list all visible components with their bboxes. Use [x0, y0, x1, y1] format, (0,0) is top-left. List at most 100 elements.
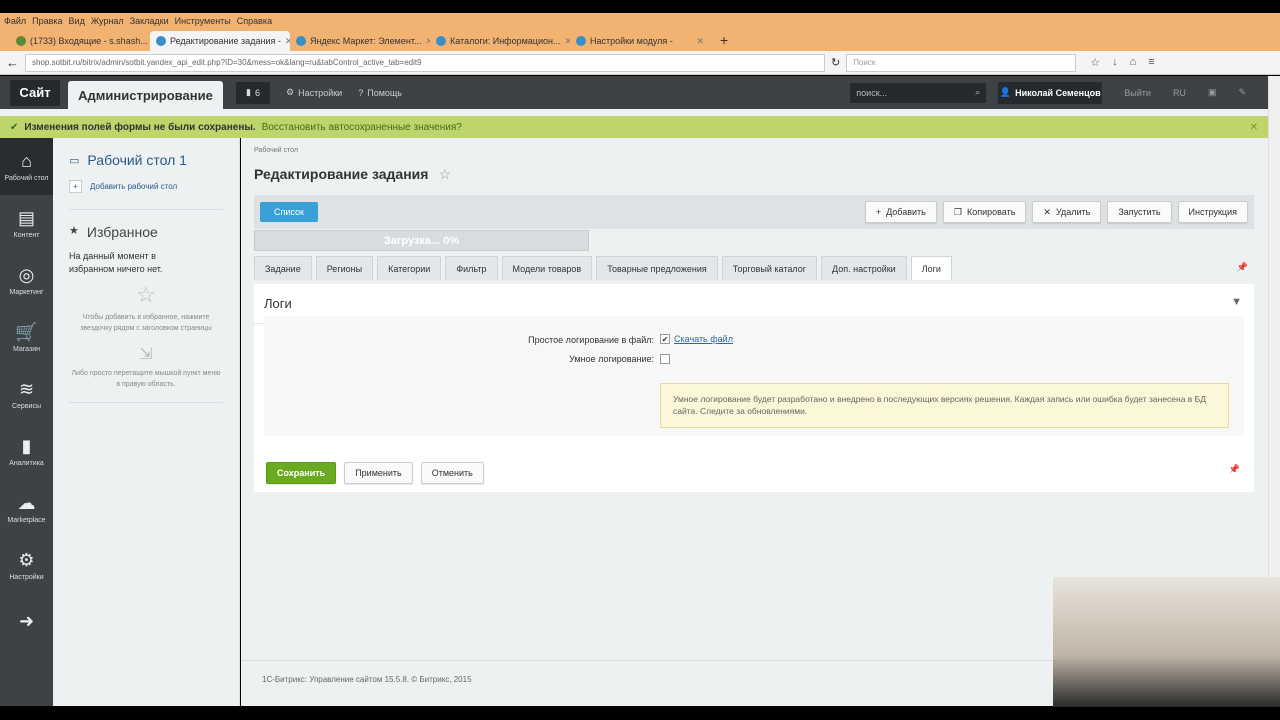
smart-log-notice: Умное логирование будет разработано и вн…	[660, 383, 1229, 428]
left-menu-item[interactable]: ☁ Marketplace	[0, 480, 53, 537]
left-menu-label: Настройки	[9, 574, 44, 581]
gear-icon: ⚙	[18, 550, 35, 570]
content-tabs: Задание Регионы Категории Фильтр Модели това…	[254, 256, 952, 280]
delete-button[interactable]: ✕ Удалить	[1032, 201, 1102, 223]
desktop-title: Рабочий стол 1	[87, 152, 187, 168]
simple-log-label: Простое логирование в файл:	[528, 335, 654, 345]
simple-log-checkbox[interactable]: ✔	[660, 334, 670, 344]
copy-button[interactable]: ❐ Копировать	[942, 201, 1027, 223]
tab-4[interactable]: Модели товаров	[501, 256, 593, 280]
browser-tab[interactable]: (1733) Входящие - s.shash...✕	[10, 31, 150, 51]
browser-tab[interactable]: Яндекс Маркет: Элемент... ✕	[290, 31, 430, 51]
add-button[interactable]: + Добавить	[864, 201, 937, 223]
reload-icon[interactable]: ↻	[831, 56, 840, 69]
menu-file[interactable]: Файл	[4, 16, 26, 26]
left-menu-item[interactable]: 🛒 Магазин	[0, 309, 53, 366]
close-icon[interactable]: ✕	[696, 36, 704, 47]
admin-button[interactable]: Администрирование	[68, 81, 223, 109]
tab-label: (1733) Входящие - s.shash...	[30, 36, 148, 46]
notifications-button[interactable]: ▮ 6	[236, 81, 270, 104]
tab-7[interactable]: Доп. настройки	[821, 256, 907, 280]
left-menu-item[interactable]: ≋ Сервисы	[0, 366, 53, 423]
star-outline-icon: ☆	[136, 282, 156, 307]
download-file-link[interactable]: Скачать файл	[674, 334, 733, 344]
divider	[69, 402, 223, 403]
content-icon: ▤	[17, 208, 35, 228]
pin-icon[interactable]: 📌	[1237, 262, 1248, 273]
menu-help[interactable]: Справка	[237, 16, 272, 26]
cancel-button[interactable]: Отменить	[420, 462, 484, 484]
star-icon: ★	[69, 225, 79, 237]
left-menu-item[interactable]: ➜	[0, 594, 53, 651]
apply-button[interactable]: Применить	[344, 462, 413, 484]
menu-view[interactable]: Вид	[69, 16, 85, 26]
left-menu-item[interactable]: ▤ Контент	[0, 195, 53, 252]
add-desktop-link[interactable]: + Добавить рабочий стол	[69, 180, 223, 193]
alert-message: Изменения полей формы не были сохранены.	[24, 121, 256, 133]
tab-label: Настройки модуля -	[590, 36, 673, 46]
tab-8[interactable]: Логи	[910, 256, 952, 280]
run-button[interactable]: Запустить	[1107, 201, 1172, 223]
browser-search-input[interactable]: Поиск	[846, 53, 1077, 72]
cloud-icon: ☁	[17, 493, 36, 513]
home-icon[interactable]: ⌂	[1130, 56, 1137, 69]
url-input[interactable]: shop.sotbit.ru/bitrix/admin/sotbit.yande…	[25, 53, 825, 72]
gear-icon: ⚙	[286, 87, 295, 97]
menu-edit[interactable]: Правка	[32, 16, 62, 26]
settings-link[interactable]: ⚙ Настройки	[286, 87, 342, 98]
tab-0[interactable]: Задание	[254, 256, 312, 280]
left-menu-item[interactable]: ⚙ Настройки	[0, 537, 53, 594]
smart-log-checkbox[interactable]	[660, 354, 670, 364]
star-icon[interactable]: ☆	[438, 166, 451, 183]
breadcrumb[interactable]: Рабочий стол	[254, 147, 298, 154]
save-button[interactable]: Сохранить	[266, 462, 337, 484]
menu-tools[interactable]: Инструменты	[175, 16, 231, 26]
restore-link[interactable]: Восстановить автосохраненные значения?	[262, 122, 462, 133]
tab-2[interactable]: Категории	[377, 256, 442, 280]
layout-icon[interactable]: ▣	[1208, 87, 1217, 98]
download-icon[interactable]: ↓	[1112, 56, 1118, 69]
tab-label: Яндекс Маркет: Элемент...	[310, 36, 422, 46]
help-link[interactable]: ? Помощь	[358, 88, 402, 98]
browser-tab[interactable]: Каталоги: Информацион... ✕	[430, 31, 570, 51]
tab-6[interactable]: Торговый каталог	[721, 256, 818, 280]
list-button[interactable]: Список	[260, 202, 318, 222]
browser-tab[interactable]: Настройки модуля - ✕	[570, 31, 710, 51]
back-icon[interactable]: ←	[6, 55, 19, 70]
star-icon[interactable]: ☆	[1090, 56, 1100, 69]
site-button[interactable]: Сайт	[10, 79, 60, 106]
help-icon: ?	[358, 87, 364, 98]
close-icon: ✕	[1043, 206, 1051, 217]
language-select[interactable]: RU	[1173, 88, 1186, 98]
menu-icon[interactable]: ≡	[1148, 56, 1154, 69]
site-icon	[156, 36, 166, 46]
tab-5[interactable]: Товарные предложения	[596, 256, 718, 280]
left-menu-label: Магазин	[12, 346, 40, 353]
notification-icon: ▮	[246, 87, 251, 97]
logout-link[interactable]: Выйти	[1124, 88, 1151, 98]
left-menu-item[interactable]: ▮ Аналитика	[0, 423, 53, 480]
new-tab-icon[interactable]: +	[720, 32, 728, 48]
chart-icon: ▮	[21, 436, 32, 456]
instruction-button[interactable]: Инструкция	[1177, 201, 1248, 223]
left-menu-item[interactable]: ⌂ Рабочий стол	[0, 138, 53, 195]
pin-icon[interactable]: ✎	[1238, 87, 1246, 98]
tab-3[interactable]: Фильтр	[445, 256, 498, 280]
notification-count: 6	[254, 87, 260, 98]
menu-bookmarks[interactable]: Закладки	[130, 16, 169, 26]
user-button[interactable]: 👤 Николай Семенцов	[998, 81, 1103, 104]
left-menu-item[interactable]: ◎ Маркетинг	[0, 252, 53, 309]
menu-history[interactable]: Журнал	[91, 16, 124, 26]
close-icon[interactable]: ✕	[1250, 122, 1258, 133]
add-label: Добавить	[886, 207, 926, 217]
left-menu-label: Контент	[13, 232, 40, 239]
collapse-icon[interactable]: ▼	[1231, 296, 1242, 308]
admin-search-input[interactable]: поиск... ⌕	[850, 82, 987, 103]
pin-icon[interactable]: 📌	[1229, 464, 1240, 475]
browser-tab-active[interactable]: Редактирование задания - ✕	[150, 31, 290, 51]
favorites-title: Избранное	[86, 224, 158, 240]
add-desktop-label: Добавить рабочий стол	[90, 182, 178, 191]
tab-1[interactable]: Регионы	[315, 256, 374, 280]
site-icon	[436, 36, 446, 46]
desktop-link[interactable]: ▭ Рабочий стол 1	[69, 152, 223, 168]
